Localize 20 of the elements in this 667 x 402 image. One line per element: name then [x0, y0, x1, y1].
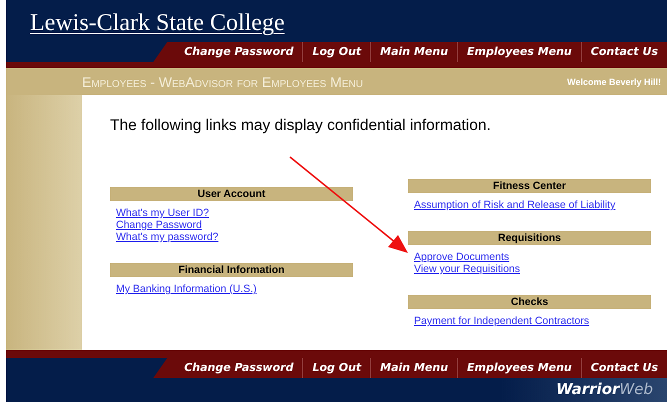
- nav-link[interactable]: Change Password: [175, 42, 302, 62]
- section-header: Checks: [408, 295, 651, 309]
- section-header: Fitness Center: [408, 179, 651, 193]
- menu-link[interactable]: What's my password?: [116, 231, 218, 243]
- menu-link[interactable]: Change Password: [116, 219, 202, 231]
- menu-link[interactable]: Assumption of Risk and Release of Liability: [414, 199, 616, 211]
- section-header: Requisitions: [408, 231, 651, 245]
- brand-logo: WarriorWeb: [556, 380, 653, 400]
- college-logo: Lewis-Clark State College: [29, 9, 285, 37]
- menu-link[interactable]: What's my User ID?: [116, 207, 210, 219]
- section-header: User Account: [110, 187, 353, 201]
- section-header: Financial Information: [110, 263, 353, 277]
- menu-link[interactable]: My Banking Information (U.S.): [116, 283, 257, 295]
- menu-link[interactable]: View your Requisitions: [414, 263, 520, 275]
- page-title: Employees - WebAdvisor for Employees Menu: [82, 74, 363, 90]
- menu-link[interactable]: Payment for Independent Contractors: [414, 315, 590, 327]
- nav-link[interactable]: Change Password: [175, 358, 302, 378]
- menu-link[interactable]: Approve Documents: [414, 251, 510, 263]
- intro-text: The following links may display confidential information.: [110, 117, 492, 135]
- welcome-text: Welcome Beverly Hill!: [567, 76, 661, 86]
